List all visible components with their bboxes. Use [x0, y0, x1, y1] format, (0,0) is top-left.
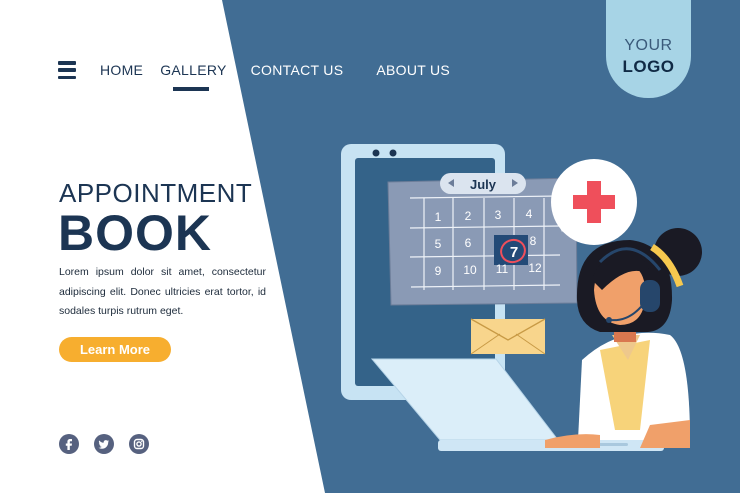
calendar-card: July 1 2 3 4 5 6 7 8 9 10 11 12 — [387, 173, 578, 306]
medical-cross-bubble — [551, 159, 637, 245]
calendar-day: 10 — [463, 263, 477, 277]
envelope-icon — [470, 318, 546, 355]
calendar-day: 5 — [435, 237, 442, 251]
appointment-illustration: July 1 2 3 4 5 6 7 8 9 10 11 12 — [341, 144, 702, 451]
calendar-day: 8 — [530, 234, 537, 248]
calendar-day-selected: 7 — [510, 244, 518, 261]
calendar-day: 11 — [496, 262, 509, 276]
calendar-day: 2 — [465, 209, 472, 223]
calendar-month-label: July — [470, 177, 497, 192]
calendar-day: 4 — [526, 207, 533, 221]
calendar-day: 3 — [495, 208, 502, 222]
calendar-day: 1 — [435, 210, 442, 224]
calendar-day: 6 — [465, 236, 472, 250]
calendar-day: 12 — [528, 261, 542, 275]
calendar-day: 9 — [435, 264, 442, 278]
